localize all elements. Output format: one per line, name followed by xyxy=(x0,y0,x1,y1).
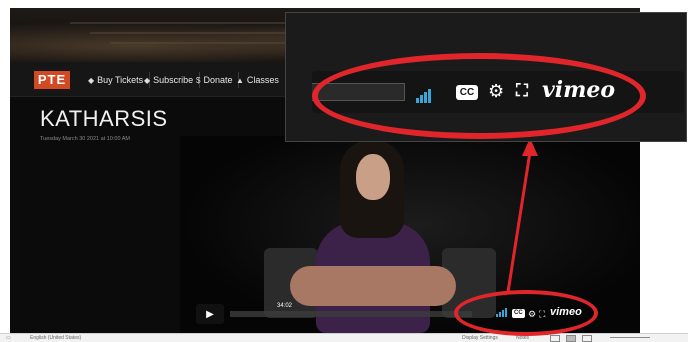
person-icon: ▲ xyxy=(236,76,244,85)
zoom-highlight-oval xyxy=(312,53,646,139)
ticket-icon: ◆ xyxy=(88,76,94,85)
page-title: KATHARSIS xyxy=(40,106,168,132)
nav-classes[interactable]: ▲Classes xyxy=(232,72,286,88)
play-button[interactable]: ▶ xyxy=(196,304,224,324)
progress-bar[interactable]: 34:02 xyxy=(230,311,472,317)
zoomed-controls-inset: CC ⚙ ⛶ vimeo xyxy=(285,12,687,142)
pte-logo[interactable]: PTE xyxy=(34,71,70,89)
time-elapsed-badge: 34:02 xyxy=(274,302,295,310)
controls-highlight-oval xyxy=(454,290,598,336)
ticket-icon: ◆ xyxy=(144,76,150,85)
performer-arms xyxy=(290,266,456,306)
play-icon: ▶ xyxy=(206,309,214,320)
event-date: Tuesday March 30 2021 at 10:00 AM xyxy=(40,136,130,142)
zoom-slider[interactable] xyxy=(610,337,650,338)
dollar-icon: $ xyxy=(196,76,200,85)
performer-face xyxy=(356,154,390,200)
